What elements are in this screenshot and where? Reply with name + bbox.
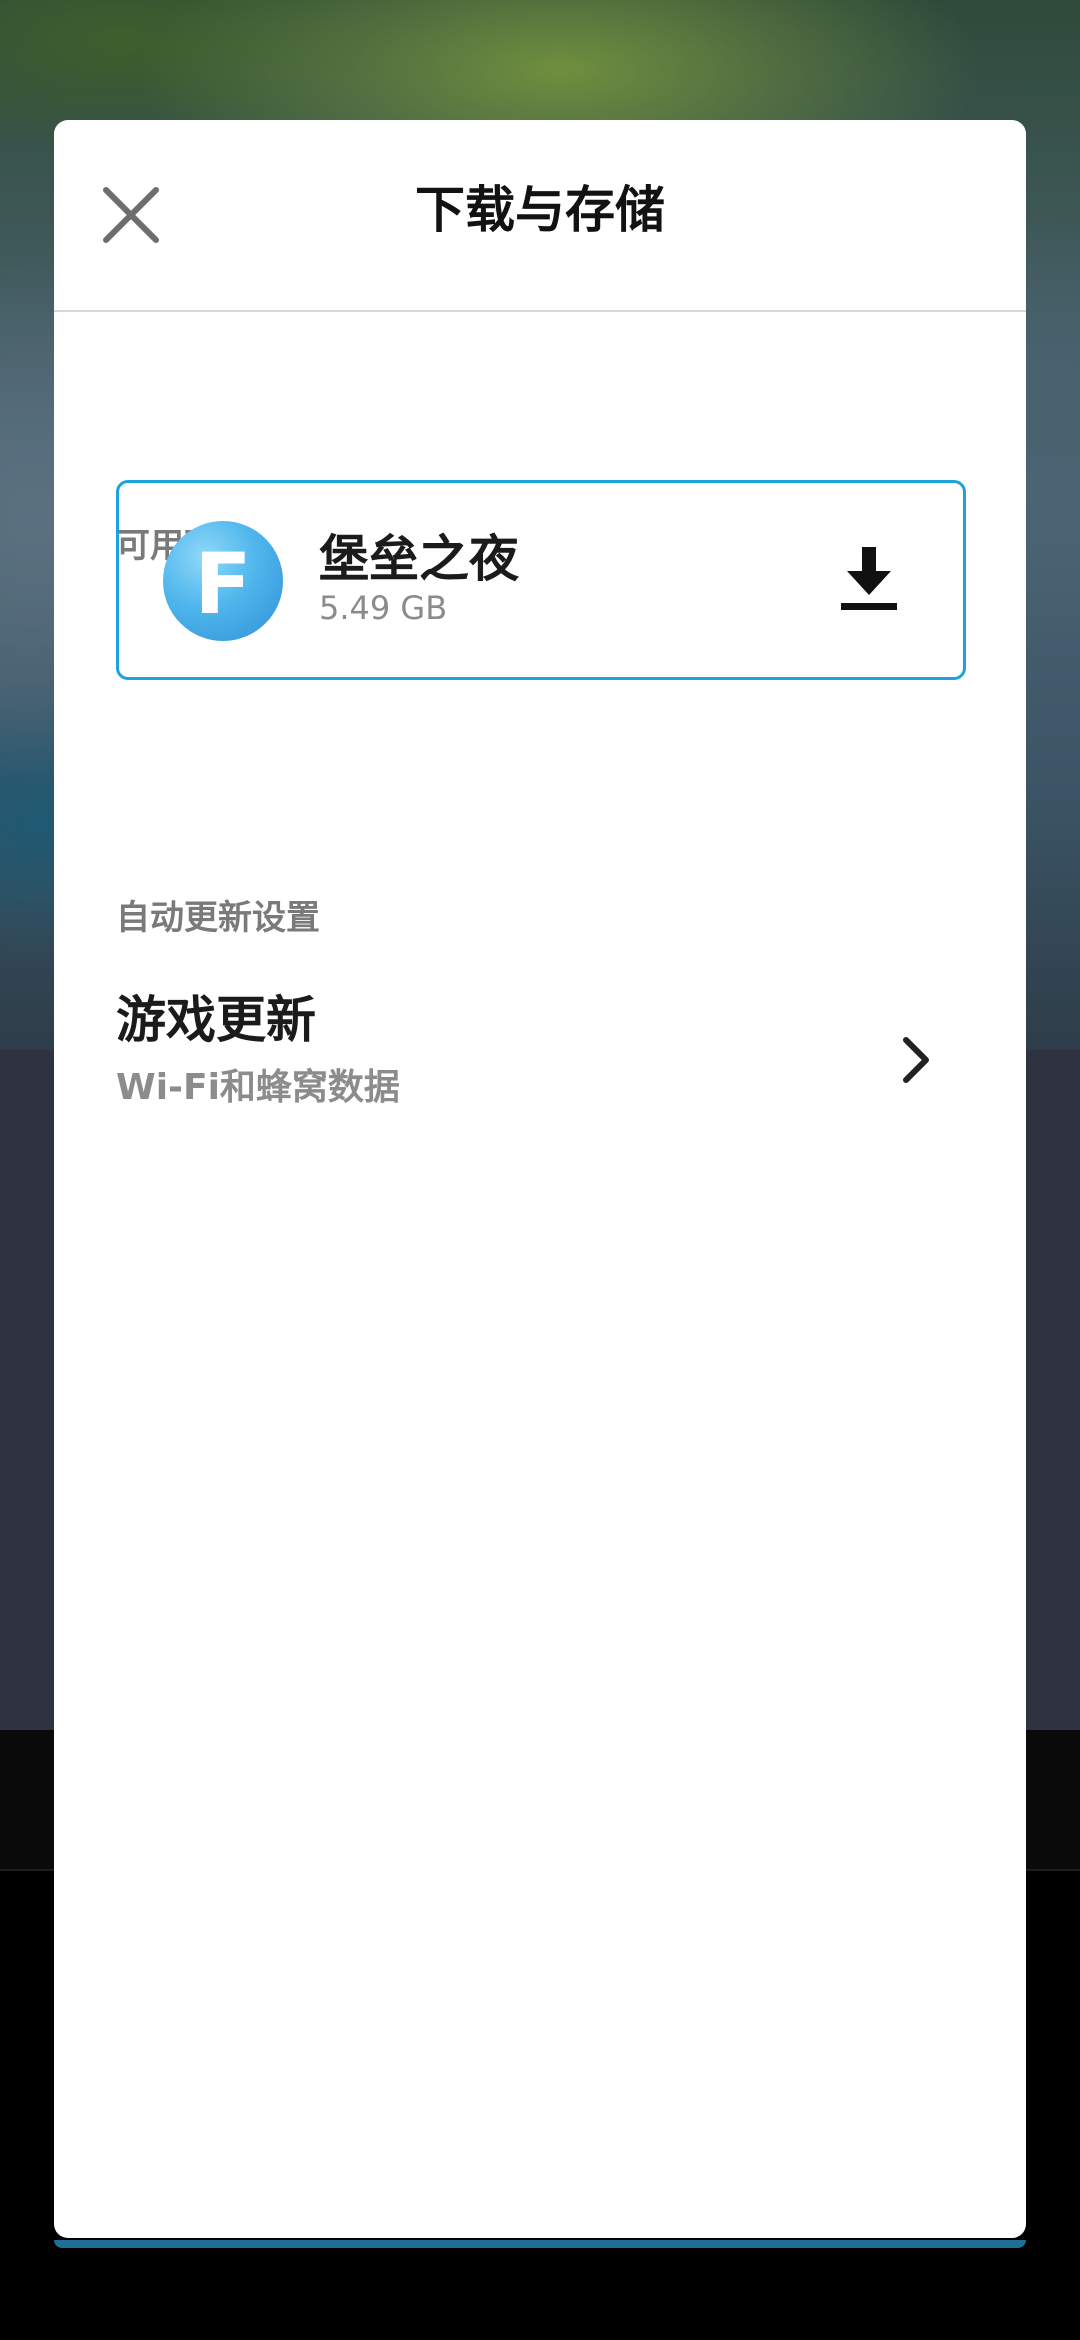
download-button[interactable] — [829, 539, 909, 619]
game-name: 堡垒之夜 — [319, 530, 519, 588]
downloads-storage-sheet: 下载与存储 可用下载 F 堡垒之夜 5.49 GB 自动更新设置 游戏更新 W — [54, 120, 1026, 2238]
sheet-bottom-accent — [54, 2240, 1026, 2248]
game-logo-letter: F — [194, 535, 251, 633]
close-icon — [103, 187, 159, 243]
game-updates-title: 游戏更新 — [116, 991, 316, 1049]
page-title: 下载与存储 — [415, 181, 665, 239]
download-icon — [841, 547, 897, 610]
sheet-header: 下载与存储 — [54, 120, 1026, 312]
game-logo: F — [163, 521, 283, 641]
auto-update-settings-label: 自动更新设置 — [116, 898, 320, 938]
close-button[interactable] — [96, 180, 166, 250]
game-updates-row[interactable]: 游戏更新 Wi-Fi和蜂窝数据 — [116, 980, 966, 1110]
chevron-right-icon — [896, 1032, 936, 1088]
game-updates-value: Wi-Fi和蜂窝数据 — [116, 1067, 400, 1108]
download-item-fortnite[interactable]: F 堡垒之夜 5.49 GB — [116, 480, 966, 680]
game-size: 5.49 GB — [319, 589, 448, 627]
